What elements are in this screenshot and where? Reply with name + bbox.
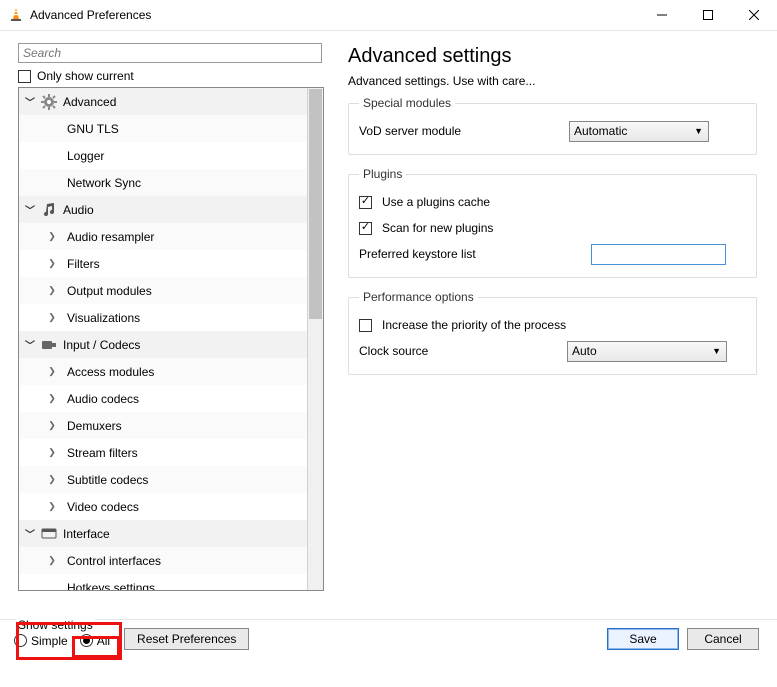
scan-new-label: Scan for new plugins <box>382 221 493 235</box>
dropdown-arrow-icon: ▼ <box>694 126 703 136</box>
left-panel: Only show current Advanced GNU TLS <box>0 31 338 619</box>
close-button[interactable] <box>731 0 777 30</box>
radio-all-label: All <box>97 634 110 648</box>
page-subtitle: Advanced settings. Use with care... <box>348 74 757 88</box>
dropdown-arrow-icon: ▼ <box>712 346 721 356</box>
tree-item-output-modules[interactable]: Output modules <box>19 277 307 304</box>
tree-item-control-interfaces[interactable]: Control interfaces <box>19 547 307 574</box>
radio-simple[interactable] <box>14 634 27 647</box>
group-plugins: Plugins Use a plugins cache Scan for new… <box>348 167 757 278</box>
maximize-button[interactable] <box>685 0 731 30</box>
tree-item-network-sync[interactable]: Network Sync <box>19 169 307 196</box>
chevron-right-icon[interactable] <box>45 285 59 296</box>
group-special-modules: Special modules VoD server module Automa… <box>348 96 757 155</box>
search-input[interactable] <box>18 43 322 63</box>
chevron-down-icon[interactable] <box>23 94 37 109</box>
group-performance: Performance options Increase the priorit… <box>348 290 757 375</box>
tree-item-video-codecs[interactable]: Video codecs <box>19 493 307 520</box>
tree-item-hotkeys-settings[interactable]: Hotkeys settings <box>19 574 307 590</box>
interface-icon <box>39 526 59 542</box>
tree-item-audio-codecs[interactable]: Audio codecs <box>19 385 307 412</box>
tree-cat-interface[interactable]: Interface <box>19 520 307 547</box>
vod-select[interactable]: Automatic ▼ <box>569 121 709 142</box>
chevron-right-icon[interactable] <box>45 231 59 242</box>
chevron-down-icon[interactable] <box>23 337 37 352</box>
vod-label: VoD server module <box>359 124 569 138</box>
tree-item-audio-resampler[interactable]: Audio resampler <box>19 223 307 250</box>
chevron-right-icon[interactable] <box>45 501 59 512</box>
chevron-down-icon[interactable] <box>23 526 37 541</box>
gear-icon <box>39 94 59 110</box>
tree-item-gnu-tls[interactable]: GNU TLS <box>19 115 307 142</box>
only-show-current-label: Only show current <box>37 69 134 83</box>
tree-item-subtitle-codecs[interactable]: Subtitle codecs <box>19 466 307 493</box>
app-cone-icon <box>8 7 24 23</box>
use-cache-checkbox[interactable] <box>359 196 372 209</box>
only-show-current-checkbox[interactable] <box>18 70 31 83</box>
scrollbar-thumb[interactable] <box>309 89 322 319</box>
page-title: Advanced settings <box>348 45 757 68</box>
tree-label: Advanced <box>63 95 116 109</box>
reset-preferences-button[interactable]: Reset Preferences <box>124 628 249 650</box>
tree-cat-advanced[interactable]: Advanced <box>19 88 307 115</box>
scan-new-checkbox[interactable] <box>359 222 372 235</box>
clock-label: Clock source <box>359 344 567 358</box>
use-cache-label: Use a plugins cache <box>382 195 490 209</box>
group-legend: Performance options <box>359 290 478 304</box>
only-show-current-row[interactable]: Only show current <box>18 69 338 83</box>
minimize-button[interactable] <box>639 0 685 30</box>
chevron-right-icon[interactable] <box>45 312 59 323</box>
tree-cat-audio[interactable]: Audio <box>19 196 307 223</box>
save-button[interactable]: Save <box>607 628 679 650</box>
window-title: Advanced Preferences <box>30 8 151 22</box>
music-icon <box>39 202 59 218</box>
settings-tree: Advanced GNU TLS Logger Network Sync <box>18 87 324 591</box>
show-settings-label: Show settings <box>16 618 95 632</box>
priority-checkbox[interactable] <box>359 319 372 332</box>
group-legend: Plugins <box>359 167 406 181</box>
chevron-right-icon[interactable] <box>45 420 59 431</box>
tree-item-stream-filters[interactable]: Stream filters <box>19 439 307 466</box>
chevron-right-icon[interactable] <box>45 447 59 458</box>
priority-label: Increase the priority of the process <box>382 318 566 332</box>
content-panel: Advanced settings Advanced settings. Use… <box>338 31 777 619</box>
chevron-right-icon[interactable] <box>45 555 59 566</box>
tree-item-filters[interactable]: Filters <box>19 250 307 277</box>
tree-item-access-modules[interactable]: Access modules <box>19 358 307 385</box>
chevron-right-icon[interactable] <box>45 366 59 377</box>
chevron-right-icon[interactable] <box>45 474 59 485</box>
radio-all[interactable] <box>80 634 93 647</box>
chevron-down-icon[interactable] <box>23 202 37 217</box>
group-legend: Special modules <box>359 96 455 110</box>
titlebar: Advanced Preferences <box>0 0 777 30</box>
chevron-right-icon[interactable] <box>45 393 59 404</box>
cancel-button[interactable]: Cancel <box>687 628 759 650</box>
radio-simple-label: Simple <box>31 634 68 648</box>
codec-icon <box>39 337 59 353</box>
tree-scrollbar[interactable] <box>307 88 323 590</box>
keystore-input[interactable] <box>591 244 726 265</box>
clock-select[interactable]: Auto ▼ <box>567 341 727 362</box>
show-settings-group: Show settings Simple All <box>10 626 114 652</box>
tree-item-demuxers[interactable]: Demuxers <box>19 412 307 439</box>
chevron-right-icon[interactable] <box>45 258 59 269</box>
tree-item-logger[interactable]: Logger <box>19 142 307 169</box>
keystore-label: Preferred keystore list <box>359 247 591 261</box>
tree-cat-input-codecs[interactable]: Input / Codecs <box>19 331 307 358</box>
tree-item-visualizations[interactable]: Visualizations <box>19 304 307 331</box>
footer: Show settings Simple All Reset Preferenc… <box>0 619 777 657</box>
